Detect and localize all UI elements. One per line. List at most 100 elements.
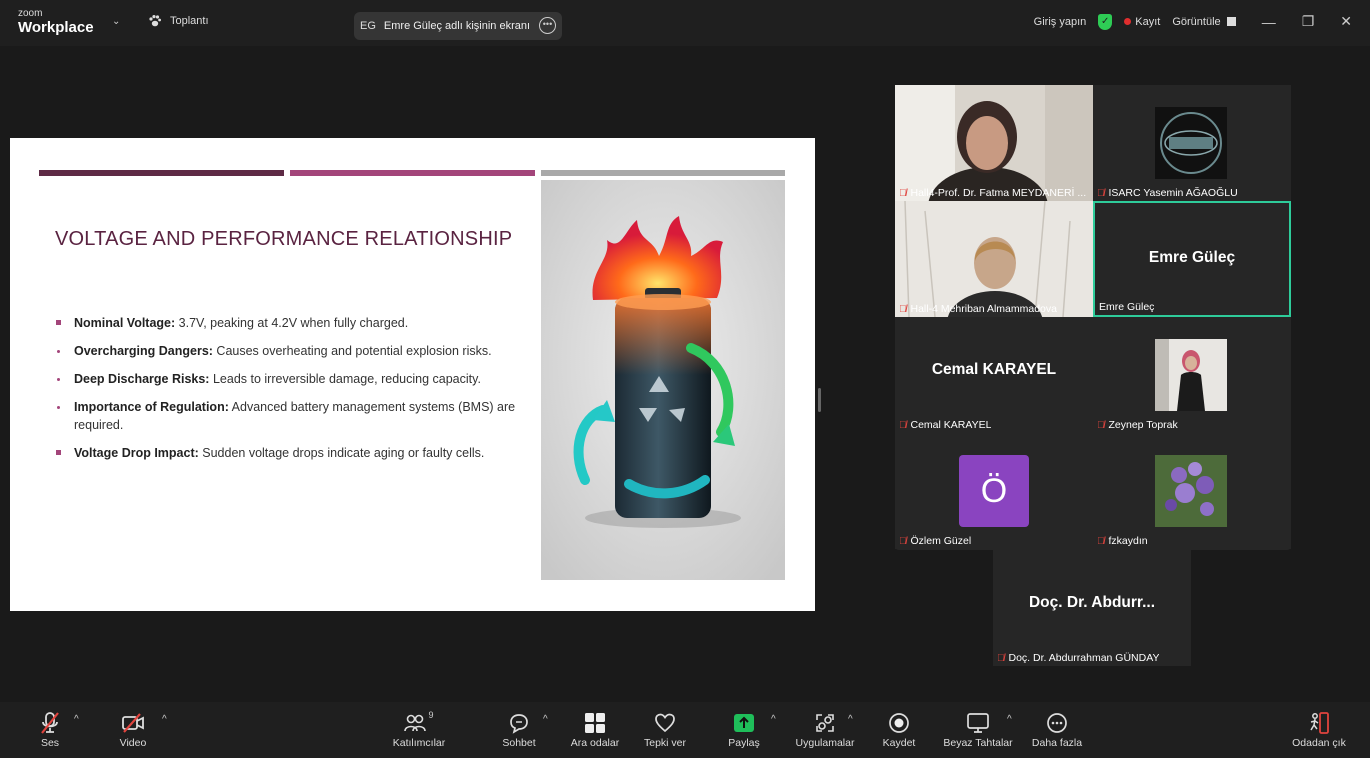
more-button[interactable]: Daha fazla (1022, 710, 1092, 749)
video-button[interactable]: Video (98, 710, 168, 749)
close-button[interactable]: ✕ (1340, 13, 1352, 30)
battery-illustration (541, 180, 785, 580)
record-button[interactable]: Kaydet (864, 710, 934, 749)
meeting-info-button[interactable]: Toplantı (148, 14, 209, 28)
record-icon (889, 713, 909, 733)
recording-indicator[interactable]: Kayıt (1124, 16, 1160, 28)
slide-title: VOLTAGE AND PERFORMANCE RELATIONSHIP (55, 228, 513, 250)
breakout-rooms-label: Ara odalar (570, 737, 620, 749)
mic-off-icon: 🎙̸ (997, 652, 1005, 664)
bullet-item: Voltage Drop Impact: Sudden voltage drop… (54, 444, 524, 462)
participant-tile[interactable]: Doç. Dr. Abdurr... 🎙̸ Doç. Dr. Abdurrahma… (993, 550, 1191, 666)
chat-icon (510, 714, 528, 734)
view-button[interactable]: Görüntüle (1172, 15, 1236, 28)
screen-initials: EG (360, 20, 376, 32)
mic-muted-icon (41, 712, 59, 734)
participants-icon (404, 714, 427, 732)
brand-large: Workplace (18, 19, 94, 36)
participant-tile-active[interactable]: Emre Güleç Emre Güleç (1093, 201, 1291, 317)
breakout-rooms-button[interactable]: Ara odalar (560, 710, 630, 749)
mic-off-icon: 🎙̸ (899, 303, 907, 315)
whiteboard-icon (967, 713, 989, 733)
video-options-caret[interactable]: ^ (162, 714, 167, 725)
view-label: Görüntüle (1172, 15, 1221, 28)
apps-label: Uygulamalar (795, 737, 855, 749)
more-label: Daha fazla (1031, 737, 1083, 749)
viewing-screen-pill[interactable]: EG Emre Güleç adlı kişinin ekranı ••• (354, 12, 562, 40)
share-screen-icon (734, 714, 754, 732)
participants-count: 9 (428, 710, 434, 720)
participants-label: Katılımcılar (392, 737, 446, 749)
meeting-label: Toplantı (170, 15, 209, 27)
apps-icon (816, 714, 834, 732)
participant-tile[interactable]: 🎙̸ Hall-4 Mehriban Almammadova (895, 201, 1093, 317)
restore-button[interactable]: ❐ (1302, 13, 1315, 30)
participant-name-label: 🎙̸ Özlem Güzel (899, 535, 972, 547)
apps-options-caret[interactable]: ^ (848, 714, 853, 725)
leave-icon (1310, 712, 1329, 734)
mic-off-icon: 🎙̸ (1097, 535, 1105, 547)
share-button[interactable]: Paylaş (709, 710, 779, 749)
zoom-window: zoom Workplace ⌄ Toplantı EG Emre Güleç … (0, 0, 1370, 758)
mic-off-icon: 🎙̸ (899, 535, 907, 547)
slide-bullet-list: Nominal Voltage: 3.7V, peaking at 4.2V w… (54, 314, 524, 472)
participant-tile[interactable]: 🎙̸ fzkaydın (1093, 433, 1291, 549)
participant-name-label: 🎙̸ fzkaydın (1097, 535, 1148, 547)
flower-photo-avatar (1155, 455, 1227, 527)
paw-icon (149, 15, 161, 27)
participant-name-label: 🎙̸ ISARC Yasemin AĞAOĞLU (1097, 187, 1238, 199)
react-label: Tepki ver (643, 737, 686, 749)
security-shield-icon[interactable]: ✓ (1098, 13, 1113, 30)
participant-name-label: 🎙̸ Doç. Dr. Abdurrahman GÜNDAY (997, 652, 1160, 664)
mic-off-icon: 🎙̸ (899, 419, 907, 431)
leave-label: Odadan çık (1292, 737, 1346, 749)
mic-off-icon: 🎙̸ (1097, 419, 1105, 431)
header-bar-2 (290, 170, 535, 176)
participant-tile[interactable]: 🎙̸ Hall4-Prof. Dr. Fatma MEYDANERİ ... (895, 85, 1093, 201)
bullet-item: Nominal Voltage: 3.7V, peaking at 4.2V w… (54, 314, 524, 332)
bullet-item: Importance of Regulation: Advanced batte… (54, 398, 524, 434)
meeting-toolbar: Ses ^ Video ^ 9 Katılımcılar Sohbet ^ Ar… (0, 702, 1370, 758)
participant-tile[interactable]: 🎙̸ Zeynep Toprak (1093, 317, 1291, 433)
audio-options-caret[interactable]: ^ (74, 714, 79, 725)
participant-name-label: Emre Güleç (1099, 301, 1155, 313)
share-options-caret[interactable]: ^ (771, 714, 776, 725)
video-off-icon (122, 713, 144, 733)
grid-view-icon (1226, 16, 1236, 26)
whiteboards-label: Beyaz Tahtalar (943, 737, 1013, 749)
participant-tile[interactable]: Cemal KARAYEL 🎙̸ Cemal KARAYEL (895, 317, 1093, 433)
mic-off-icon: 🎙̸ (899, 187, 907, 199)
more-options-icon[interactable]: ••• (539, 17, 556, 34)
zoom-workplace-menu[interactable]: zoom Workplace (18, 9, 94, 36)
participant-gallery: 🎙̸ Hall4-Prof. Dr. Fatma MEYDANERİ ... 🎙̸… (895, 85, 1291, 550)
participant-name-label: 🎙̸ Cemal KARAYEL (899, 419, 992, 431)
participant-name-label: 🎙̸ Zeynep Toprak (1097, 419, 1178, 431)
participant-photo-avatar (1155, 339, 1227, 411)
audio-label: Ses (40, 737, 60, 749)
bullet-item: Overcharging Dangers: Causes overheating… (54, 342, 524, 360)
panel-resize-handle[interactable] (818, 388, 821, 412)
isarc-logo-avatar (1155, 107, 1227, 179)
participant-name-label: 🎙̸ Hall4-Prof. Dr. Fatma MEYDANERİ ... (899, 187, 1087, 199)
heart-icon (655, 713, 675, 733)
leave-button[interactable]: Odadan çık (1284, 710, 1354, 749)
minimize-button[interactable]: — (1262, 14, 1276, 30)
whiteboard-options-caret[interactable]: ^ (1007, 714, 1012, 725)
participant-display-name: Emre Güleç (1148, 249, 1236, 266)
whiteboards-button[interactable]: Beyaz Tahtalar (943, 710, 1013, 749)
participant-display-name: Cemal KARAYEL (931, 361, 1057, 378)
react-button[interactable]: Tepki ver (630, 710, 700, 749)
participant-tile[interactable]: 🎙̸ ISARC Yasemin AĞAOĞLU (1093, 85, 1291, 201)
participant-name-label: 🎙̸ Hall-4 Mehriban Almammadova (899, 303, 1057, 315)
shared-screen: VOLTAGE AND PERFORMANCE RELATIONSHIP Nom… (10, 138, 815, 611)
participants-button[interactable]: 9 Katılımcılar (384, 710, 454, 749)
record-label: Kayıt (1135, 15, 1161, 28)
header-bar-3 (541, 170, 785, 176)
title-bar-right: Giriş yapın ✓ Kayıt Görüntüle — ❐ ✕ (1022, 13, 1352, 30)
participant-tile[interactable]: Ö 🎙̸ Özlem Güzel (895, 433, 1093, 549)
chat-label: Sohbet (502, 737, 536, 749)
title-bar: zoom Workplace ⌄ Toplantı EG Emre Güleç … (0, 0, 1370, 46)
sign-in-link[interactable]: Giriş yapın (1034, 16, 1087, 28)
chevron-down-icon[interactable]: ⌄ (112, 16, 120, 27)
chat-options-caret[interactable]: ^ (543, 714, 548, 725)
